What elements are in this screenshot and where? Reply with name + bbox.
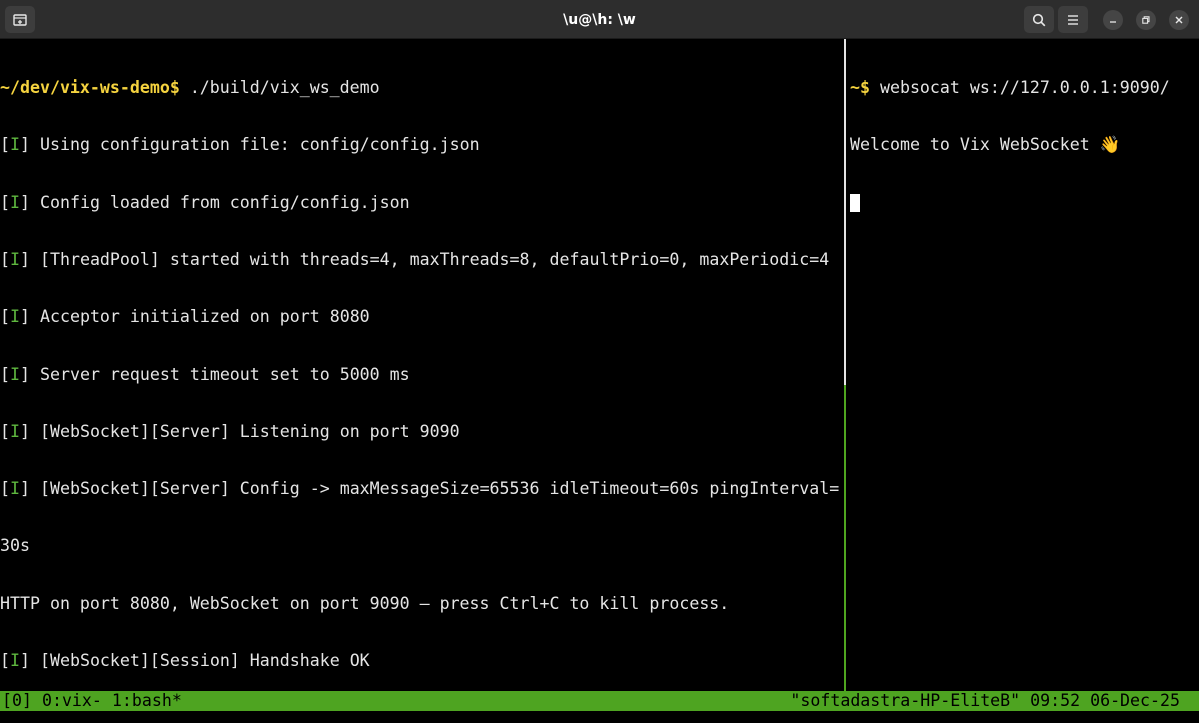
shell-prompt: ~$: [850, 78, 870, 98]
tmux-window-list[interactable]: [0] 0:vix- 1:bash*: [2, 691, 182, 711]
window-title: \u@\h: \w: [563, 11, 636, 28]
command-line: ~$ websocat ws://127.0.0.1:9090/: [850, 78, 1199, 97]
shell-command: ./build/vix_ws_demo: [179, 78, 380, 98]
log-text: [ThreadPool] started with threads=4, max…: [30, 250, 830, 270]
right-terminal-pane[interactable]: ~$ websocat ws://127.0.0.1:9090/ Welcome…: [848, 39, 1199, 690]
hamburger-menu-icon: [1068, 14, 1078, 25]
log-line: [I] [WebSocket][Server] Config -> maxMes…: [0, 479, 840, 499]
search-button[interactable]: [1024, 6, 1054, 33]
shell-command: websocat ws://127.0.0.1:9090/: [869, 78, 1170, 98]
menu-button[interactable]: [1058, 6, 1088, 33]
search-icon: [1032, 13, 1046, 26]
pane-divider-active[interactable]: [844, 385, 846, 691]
pane-divider[interactable]: [844, 39, 846, 385]
log-level-tag: I: [10, 421, 20, 441]
log-level-tag: I: [10, 135, 20, 155]
wrapped-line: 30s: [0, 536, 30, 556]
websocket-output: Welcome to Vix WebSocket 👋: [850, 135, 1121, 155]
log-text: [WebSocket][Server] Listening on port 90…: [30, 421, 460, 441]
log-line: [I] Acceptor initialized on port 8080: [0, 307, 370, 327]
shell-prompt: ~/dev/vix-ws-demo$: [0, 78, 180, 98]
new-tab-button[interactable]: [5, 6, 35, 33]
command-line: ~/dev/vix-ws-demo$ ./build/vix_ws_demo: [0, 78, 845, 97]
close-icon: [1175, 16, 1183, 24]
restore-icon: [1142, 16, 1150, 24]
close-button[interactable]: [1169, 10, 1189, 30]
log-line: [I] Config loaded from config/config.jso…: [0, 192, 410, 212]
minimize-icon: [1110, 21, 1116, 23]
tmux-host-clock: "softadastra-HP-EliteB" 09:52 06-Dec-25: [790, 691, 1180, 710]
log-level-tag: I: [10, 651, 20, 670]
log-text: Acceptor initialized on port 8080: [30, 307, 370, 327]
log-level-tag: I: [10, 364, 20, 384]
restore-button[interactable]: [1136, 10, 1156, 30]
log-level-tag: I: [10, 307, 20, 327]
window-titlebar: \u@\h: \w: [0, 0, 1199, 39]
bottom-padding: [0, 711, 1199, 723]
minimize-button[interactable]: [1103, 10, 1123, 30]
new-tab-icon: [13, 13, 27, 26]
log-line: [I] Using configuration file: config/con…: [0, 135, 480, 155]
tmux-status-bar: [0] 0:vix- 1:bash* "softadastra-HP-Elite…: [0, 691, 1199, 711]
server-info-line: HTTP on port 8080, WebSocket on port 909…: [0, 593, 730, 613]
text-cursor: [850, 193, 860, 212]
left-terminal-pane[interactable]: ~/dev/vix-ws-demo$ ./build/vix_ws_demo […: [0, 39, 845, 690]
log-level-tag: I: [10, 192, 20, 212]
log-level-tag: I: [10, 250, 20, 270]
log-text: Using configuration file: config/config.…: [30, 135, 480, 155]
log-text: Server request timeout set to 5000 ms: [30, 364, 410, 384]
log-level-tag: I: [10, 479, 20, 499]
log-text: Config loaded from config/config.json: [30, 192, 410, 212]
cursor-line: [850, 193, 1199, 212]
log-line: [I] [WebSocket][Session] Handshake OK: [0, 651, 370, 670]
log-line: [I] [WebSocket][Server] Listening on por…: [0, 421, 460, 441]
log-line: [I] Server request timeout set to 5000 m…: [0, 364, 410, 384]
log-text: [WebSocket][Session] Handshake OK: [30, 651, 370, 670]
log-line: [I] [ThreadPool] started with threads=4,…: [0, 250, 830, 270]
log-text: [WebSocket][Server] Config -> maxMessage…: [30, 479, 840, 499]
